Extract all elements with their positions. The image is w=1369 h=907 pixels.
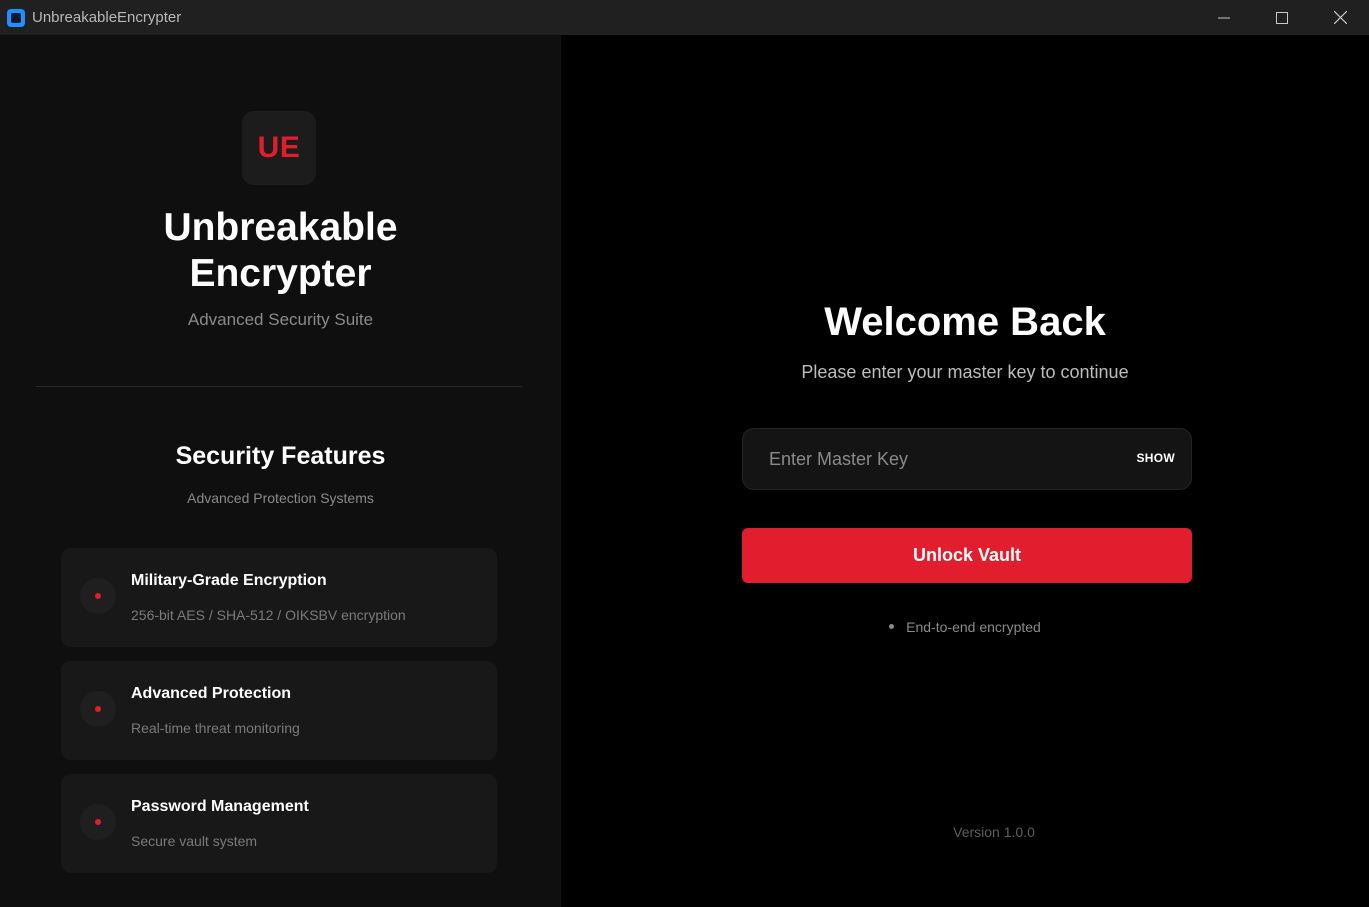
maximize-button[interactable]	[1253, 0, 1311, 35]
show-key-button[interactable]: SHOW	[1136, 451, 1175, 465]
unlock-vault-button[interactable]: Unlock Vault	[742, 528, 1192, 583]
master-key-field: SHOW	[742, 428, 1192, 490]
encryption-note-text: End-to-end encrypted	[906, 619, 1041, 635]
app-name-line2: Encrypter	[189, 252, 372, 295]
app-logo: UE	[242, 111, 316, 185]
window-controls	[1195, 0, 1369, 35]
features-subtitle: Advanced Protection Systems	[187, 490, 374, 506]
close-icon	[1333, 11, 1347, 24]
feature-description: Real-time threat monitoring	[131, 720, 300, 736]
app-name: Unbreakable Encrypter	[0, 205, 561, 297]
feature-card: Password Management Secure vault system	[61, 774, 497, 873]
feature-description: 256-bit AES / SHA-512 / OIKSBV encryptio…	[131, 607, 406, 623]
login-panel: Welcome Back Please enter your master ke…	[561, 35, 1369, 907]
app-tagline: Advanced Security Suite	[187, 310, 374, 329]
maximize-icon	[1276, 11, 1288, 24]
feature-dot-icon	[80, 578, 116, 614]
feature-dot-icon	[80, 804, 116, 840]
welcome-heading: Welcome Back	[824, 300, 1106, 344]
feature-card: Military-Grade Encryption 256-bit AES / …	[61, 548, 497, 647]
feature-title: Advanced Protection	[131, 685, 292, 702]
welcome-subheading: Please enter your master key to continue	[801, 362, 1129, 382]
master-key-input[interactable]	[769, 429, 1109, 489]
divider	[36, 386, 522, 387]
feature-title: Password Management	[131, 798, 309, 815]
app-icon	[7, 8, 25, 27]
bullet-icon	[889, 623, 895, 629]
minimize-button[interactable]	[1195, 0, 1253, 35]
encryption-note: End-to-end encrypted	[561, 619, 1369, 635]
feature-card: Advanced Protection Real-time threat mon…	[61, 661, 497, 760]
feature-dot-icon	[80, 691, 116, 727]
close-button[interactable]	[1311, 0, 1369, 35]
title-bar: UnbreakableEncrypter	[0, 0, 1369, 35]
minimize-icon	[1218, 17, 1230, 18]
window-title: UnbreakableEncrypter	[32, 9, 182, 26]
feature-title: Military-Grade Encryption	[131, 572, 327, 589]
feature-description: Secure vault system	[131, 833, 258, 849]
app-name-line1: Unbreakable	[163, 206, 398, 249]
sidebar-panel: UE Unbreakable Encrypter Advanced Securi…	[0, 35, 561, 907]
features-title: Security Features	[175, 442, 386, 470]
version-label: Version 1.0.0	[953, 824, 1035, 840]
